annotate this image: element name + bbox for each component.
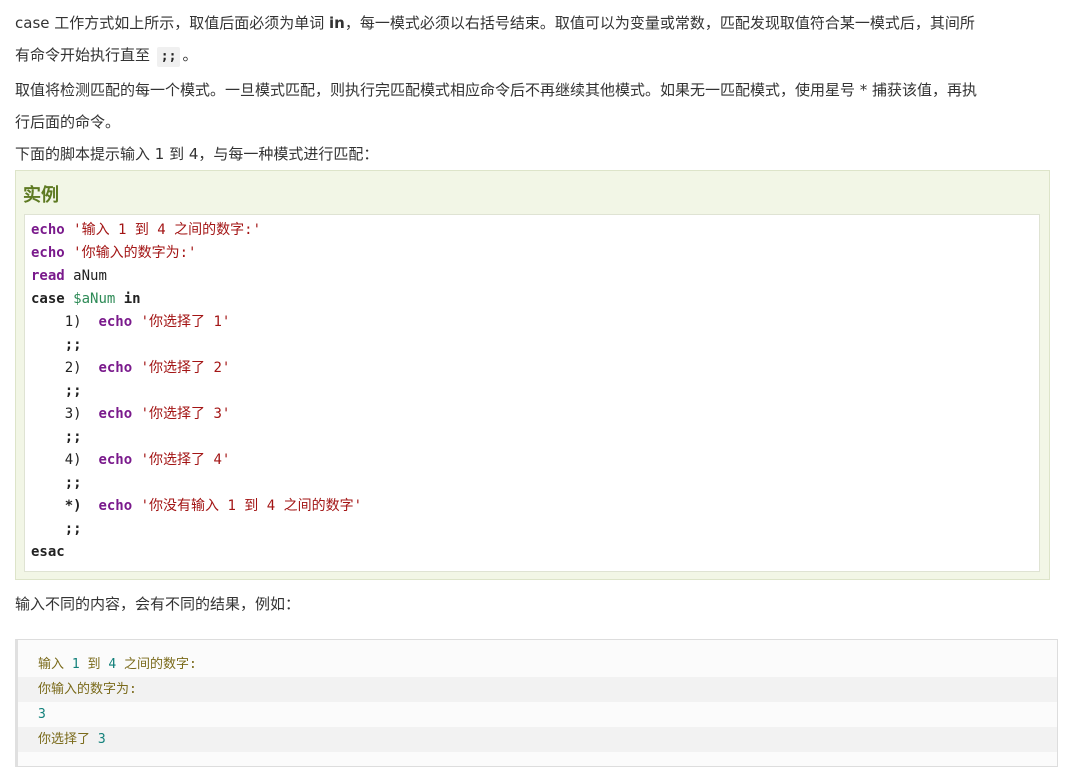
code-terminator: ;; [64,337,82,353]
in-keyword: in [329,14,345,32]
code-terminator: ;; [64,429,82,445]
code-string: '你输入的数字为:' [73,245,197,261]
code-pattern: 1) [64,314,82,330]
code-keyword: echo [31,222,65,238]
inline-code: ;; [156,47,181,67]
result-paragraph: 输入不同的内容，会有不同的结果，例如： [15,595,301,613]
code-pattern: 3) [64,406,82,422]
code-terminator: ;; [64,475,82,491]
code-pattern: 2) [64,360,82,376]
code-string: '你选择了 1' [140,314,231,330]
intro-text: ，每一模式必须以右括号结束。取值可以为变量或常数，匹配发现取值符合某一模式后，其… [344,14,975,32]
code-line: ;; [31,518,1033,541]
example-title: 实例 [23,185,59,206]
code-line: case $aNum in [31,288,1033,311]
code-terminator: ;; [64,383,82,399]
output-block[interactable]: 输入 1 到 4 之间的数字: 你输入的数字为: 3 你选择了 3 [15,639,1058,767]
example-box: 实例 echo '输入 1 到 4 之间的数字:' echo '你输入的数字为:… [15,170,1050,580]
code-line: esac [31,541,1033,564]
intro-text: 。 [182,46,198,64]
output-line: 输入 1 到 4 之间的数字: [38,657,197,672]
output-line: 你输入的数字为: [18,677,1057,702]
code-variable: aNum [73,268,107,284]
code-keyword: echo [98,406,133,422]
code-block[interactable]: echo '输入 1 到 4 之间的数字:' echo '你输入的数字为:' r… [24,214,1040,572]
code-line: 1) echo '你选择了 1' [31,311,1033,334]
code-keyword: in [123,291,141,307]
code-line: ;; [31,380,1033,403]
code-line: *) echo '你没有输入 1 到 4 之间的数字' [31,495,1033,518]
intro-text: case 工作方式如上所示，取值后面必须为单词 [15,14,330,32]
code-line: echo '你输入的数字为:' [31,242,1033,265]
match-text: 取值将检测匹配的每一个模式。一旦模式匹配，则执行完匹配模式相应命令后不再继续其他… [15,81,978,99]
code-keyword: esac [31,544,65,560]
match-text: 行后面的命令。 [15,113,121,131]
code-keyword: echo [98,314,133,330]
code-string: '你选择了 2' [140,360,231,376]
output-line: 3 [38,707,46,722]
intro-paragraph: case 工作方式如上所示，取值后面必须为单词 in，每一模式必须以右括号结束。… [15,7,975,71]
code-string: '你选择了 3' [140,406,231,422]
code-line: ;; [31,334,1033,357]
code-terminator: ;; [64,521,82,537]
code-line: 4) echo '你选择了 4' [31,449,1033,472]
code-line: 2) echo '你选择了 2' [31,357,1033,380]
intro-text: 有命令开始执行直至 [15,46,155,64]
code-string: '输入 1 到 4 之间的数字:' [73,222,262,238]
code-pattern: 4) [64,452,82,468]
match-paragraph: 取值将检测匹配的每一个模式。一旦模式匹配，则执行完匹配模式相应命令后不再继续其他… [15,74,977,138]
code-keyword: read [31,268,65,284]
output-line: 你选择了 3 [18,727,1057,752]
code-line: read aNum [31,265,1033,288]
code-line: ;; [31,472,1033,495]
code-string: '你没有输入 1 到 4 之间的数字' [140,498,363,514]
script-intro-paragraph: 下面的脚本提示输入 1 到 4，与每一种模式进行匹配： [15,145,379,163]
code-line: ;; [31,426,1033,449]
code-keyword: echo [98,452,133,468]
code-keyword: echo [31,245,65,261]
code-keyword: echo [98,360,133,376]
code-line: echo '输入 1 到 4 之间的数字:' [31,219,1033,242]
code-pattern: *) [64,498,82,514]
code-string: '你选择了 4' [140,452,231,468]
code-keyword: case [31,291,65,307]
code-variable: $aNum [73,291,116,307]
code-line: 3) echo '你选择了 3' [31,403,1033,426]
code-keyword: echo [98,498,133,514]
